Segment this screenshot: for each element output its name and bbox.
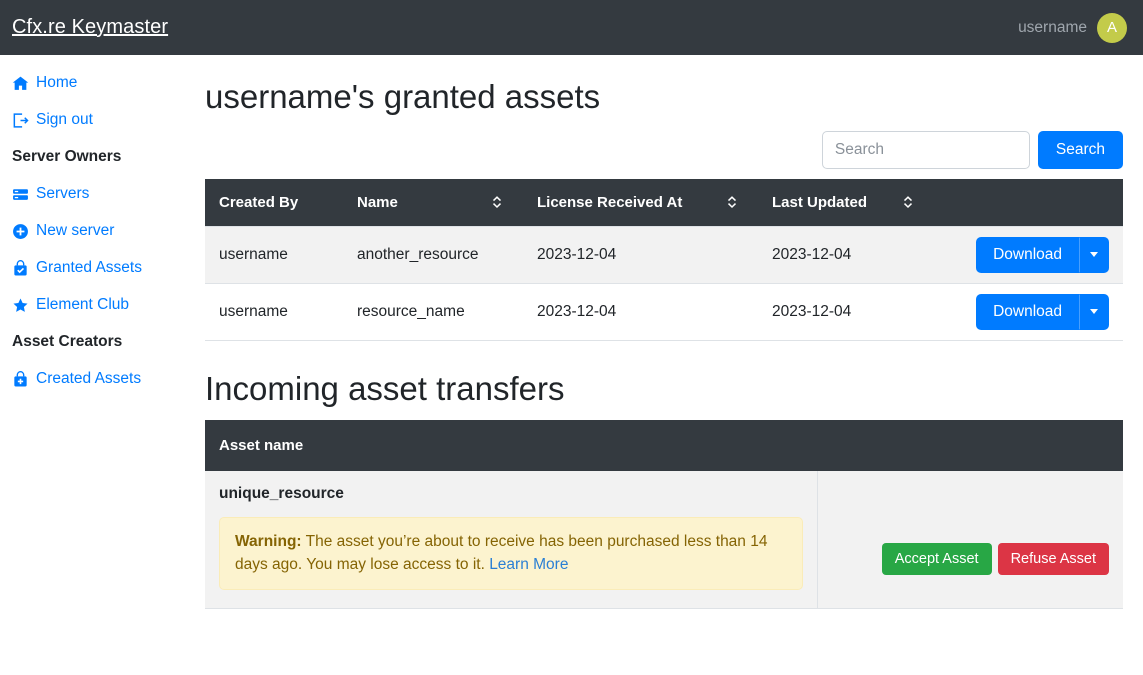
transfer-actions-group: Accept Asset Refuse Asset [832, 501, 1109, 575]
cell-actions: Download [934, 282, 1123, 341]
star-icon [12, 297, 29, 314]
sidebar-item-label: Granted Assets [36, 259, 142, 276]
sort-icon [902, 194, 914, 210]
top-navbar: Cfx.re Keymaster username A [0, 0, 1143, 55]
sidebar-item-label: Created Assets [36, 370, 142, 387]
sidebar-item-home[interactable]: Home [12, 73, 200, 93]
column-asset-name: Asset name [205, 420, 817, 472]
learn-more-link[interactable]: Learn More [489, 556, 568, 573]
section-title-incoming-transfers: Incoming asset transfers [205, 369, 565, 407]
column-created-by[interactable]: Created By [205, 178, 343, 227]
search-button[interactable]: Search [1037, 130, 1123, 169]
cell-actions: Download [934, 225, 1123, 284]
sidebar-item-new-server[interactable]: New server [12, 221, 200, 241]
accept-asset-button[interactable]: Accept Asset [881, 542, 992, 575]
chevron-down-icon [1090, 252, 1098, 258]
download-dropdown-toggle[interactable] [1079, 293, 1109, 330]
table-header: Created By Name License Received At Last… [205, 178, 1123, 227]
sidebar-item-label: Element Club [36, 296, 130, 313]
sidebar-item-label: Sign out [36, 111, 93, 128]
table-row: username resource_name 2023-12-04 2023-1… [205, 282, 1123, 341]
plus-circle-icon [12, 223, 29, 240]
download-button[interactable]: Download [976, 236, 1079, 273]
cell-last-updated: 2023-12-04 [758, 225, 934, 284]
column-label: Created By [219, 193, 299, 211]
sidebar-item-label: Servers [36, 185, 90, 202]
column-license-received-at[interactable]: License Received At [523, 178, 758, 227]
cell-transfer-actions: Accept Asset Refuse Asset [817, 471, 1123, 610]
cell-created-by: username [205, 282, 343, 341]
home-icon [12, 75, 29, 92]
warning-alert: Warning: The asset you’re about to recei… [219, 517, 803, 591]
sidebar-item-servers[interactable]: Servers [12, 184, 200, 204]
sidebar: Home Sign out Server Owners Servers New … [0, 55, 200, 609]
sidebar-item-label: New server [36, 222, 115, 239]
table-row: unique_resource Warning: The asset you’r… [205, 471, 1123, 610]
sidebar-item-granted-assets[interactable]: Granted Assets [12, 258, 200, 278]
sidebar-heading-server-owners: Server Owners [12, 148, 122, 165]
incoming-transfers-table: Asset name unique_resource Warning: The … [205, 420, 1123, 610]
page-layout: Home Sign out Server Owners Servers New … [0, 55, 1143, 610]
table-row: username another_resource 2023-12-04 202… [205, 225, 1123, 284]
page-title: username's granted assets [205, 78, 601, 115]
chevron-down-icon [1090, 309, 1098, 315]
column-name[interactable]: Name [343, 178, 523, 227]
column-label: Asset name [219, 437, 304, 455]
sign-out-icon [12, 112, 29, 129]
navbar-username: username [1018, 18, 1087, 36]
column-label: License Received At [537, 193, 683, 211]
asset-name: unique_resource [219, 485, 344, 503]
server-icon [12, 186, 29, 203]
column-transfer-actions [817, 420, 1123, 472]
column-last-updated[interactable]: Last Updated [758, 178, 934, 227]
table-body: unique_resource Warning: The asset you’r… [205, 471, 1123, 610]
search-input[interactable] [821, 130, 1030, 169]
download-button-group: Download [976, 293, 1109, 330]
sort-icon [491, 194, 503, 210]
avatar[interactable]: A [1097, 12, 1127, 43]
sort-icon [726, 194, 738, 210]
sidebar-item-element-club[interactable]: Element Club [12, 295, 200, 315]
cell-asset-details: unique_resource Warning: The asset you’r… [205, 471, 818, 610]
bag-check-icon [12, 259, 29, 277]
sidebar-item-sign-out[interactable]: Sign out [12, 110, 200, 130]
cell-license-received-at: 2023-12-04 [523, 282, 758, 341]
column-label: Name [357, 193, 398, 211]
table-header-row: Asset name [205, 420, 1123, 472]
sidebar-heading-asset-creators: Asset Creators [12, 333, 123, 350]
search-bar: Search [205, 130, 1123, 169]
column-actions [934, 178, 1123, 227]
granted-assets-table: Created By Name License Received At Last… [205, 178, 1123, 341]
refuse-asset-button[interactable]: Refuse Asset [997, 542, 1109, 575]
cell-name: resource_name [343, 282, 523, 341]
sidebar-item-created-assets[interactable]: Created Assets [12, 369, 200, 389]
download-button[interactable]: Download [976, 293, 1079, 330]
navbar-user-area[interactable]: username A [1018, 12, 1127, 43]
cell-created-by: username [205, 225, 343, 284]
bag-plus-icon [12, 370, 29, 388]
brand-logo[interactable]: Cfx.re Keymaster [12, 16, 168, 39]
column-label: Last Updated [772, 193, 868, 211]
warning-prefix: Warning: [235, 533, 302, 551]
sidebar-item-label: Home [36, 74, 78, 91]
cell-last-updated: 2023-12-04 [758, 282, 934, 341]
download-dropdown-toggle[interactable] [1079, 236, 1109, 273]
table-header-row: Created By Name License Received At Last… [205, 178, 1123, 227]
cell-license-received-at: 2023-12-04 [523, 225, 758, 284]
main-content: username's granted assets Search Created… [200, 55, 1143, 610]
table-body: username another_resource 2023-12-04 202… [205, 225, 1123, 341]
cell-name: another_resource [343, 225, 523, 284]
table-header: Asset name [205, 420, 1123, 472]
download-button-group: Download [976, 236, 1109, 273]
